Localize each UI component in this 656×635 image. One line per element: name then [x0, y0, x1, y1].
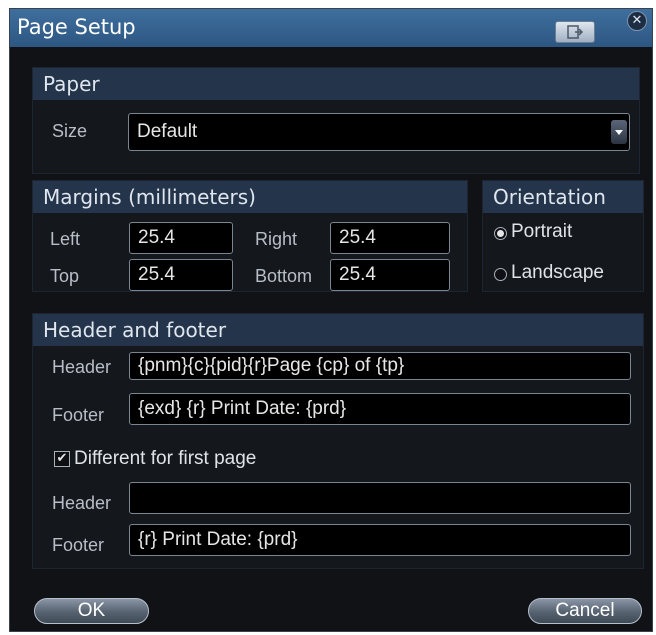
left-margin-field[interactable]: 25.4 — [129, 222, 233, 254]
margins-group: Margins (millimeters) Left 25.4 Right 25… — [32, 180, 468, 292]
footer-label: Footer — [52, 405, 105, 425]
checkmark-icon: ✔ — [56, 451, 68, 466]
right-margin-field[interactable]: 25.4 — [330, 222, 450, 254]
chevron-down-icon — [615, 130, 623, 135]
margins-heading: Margins (millimeters) — [43, 185, 256, 209]
portrait-radio[interactable] — [494, 227, 507, 240]
header-footer-group: Header and footer Header {pnm}{c}{pid}{r… — [32, 313, 644, 569]
orientation-group-header: Orientation — [483, 181, 643, 213]
top-margin-field[interactable]: 25.4 — [129, 259, 233, 291]
close-icon[interactable]: ✕ — [627, 11, 647, 31]
size-label: Size — [52, 121, 88, 141]
paper-group-header: Paper — [33, 68, 639, 100]
dropdown-button[interactable] — [611, 120, 627, 144]
first-header-label: Header — [52, 493, 112, 513]
restore-button[interactable] — [555, 21, 595, 43]
first-footer-field[interactable]: {r} Print Date: {prd} — [129, 524, 631, 556]
right-margin-label: Right — [255, 229, 298, 249]
header-label: Header — [52, 357, 112, 377]
left-margin-label: Left — [50, 229, 81, 249]
dialog-title: Page Setup — [17, 15, 136, 39]
first-header-field[interactable] — [129, 482, 631, 514]
top-margin-label: Top — [50, 266, 80, 286]
paper-heading: Paper — [43, 72, 100, 96]
size-dropdown[interactable]: Default — [128, 113, 630, 151]
size-value: Default — [137, 121, 198, 142]
paper-group: Paper Size Default — [32, 67, 640, 174]
header-footer-group-header: Header and footer — [33, 314, 643, 346]
portrait-label[interactable]: Portrait — [511, 221, 572, 243]
different-first-page-label[interactable]: Different for first page — [74, 448, 256, 470]
window-restore-icon — [567, 25, 583, 39]
orientation-group: Orientation Portrait Landscape — [482, 180, 644, 292]
margins-group-header: Margins (millimeters) — [33, 181, 467, 213]
title-bar[interactable]: Page Setup ✕ — [10, 9, 652, 47]
ok-button[interactable]: OK — [34, 598, 149, 624]
page-setup-dialog: Page Setup ✕ Paper Size Default Margins … — [9, 8, 653, 632]
orientation-heading: Orientation — [493, 185, 606, 209]
bottom-margin-label: Bottom — [255, 266, 313, 286]
bottom-margin-field[interactable]: 25.4 — [330, 259, 450, 291]
header-field[interactable]: {pnm}{c}{pid}{r}Page {cp} of {tp} — [129, 352, 631, 380]
footer-field[interactable]: {exd} {r} Print Date: {prd} — [129, 393, 631, 425]
landscape-label[interactable]: Landscape — [511, 262, 604, 284]
cancel-button[interactable]: Cancel — [528, 598, 642, 624]
landscape-radio[interactable] — [494, 268, 507, 281]
header-footer-heading: Header and footer — [43, 318, 227, 342]
different-first-page-checkbox[interactable]: ✔ — [54, 451, 70, 467]
first-footer-label: Footer — [52, 535, 105, 555]
